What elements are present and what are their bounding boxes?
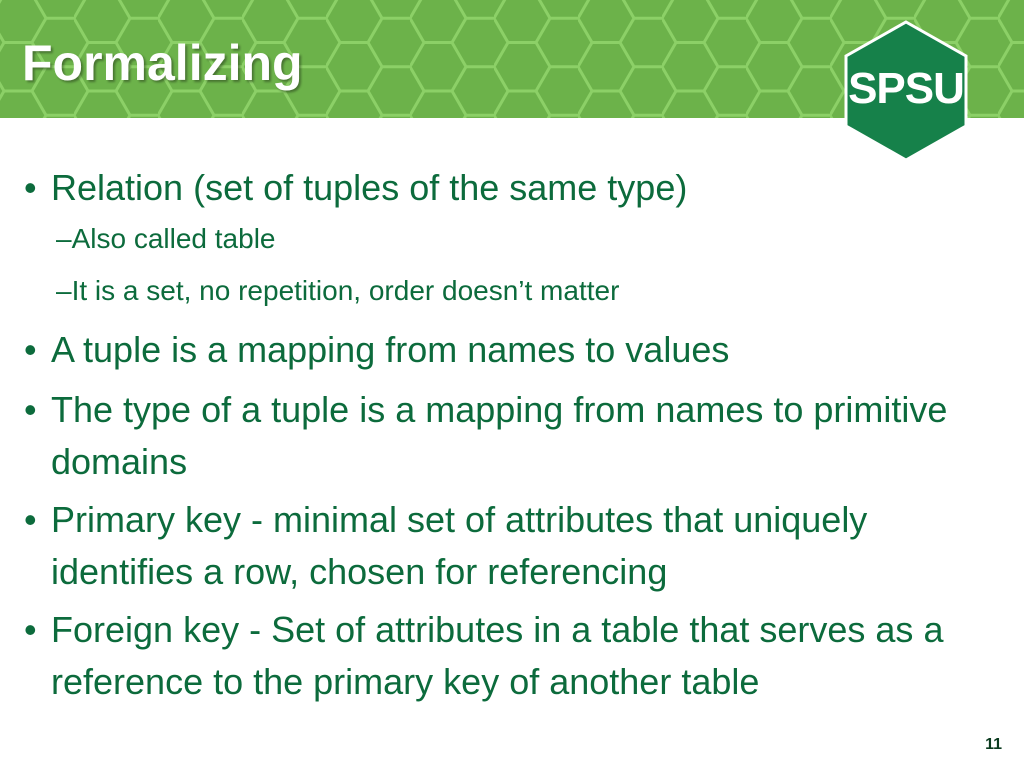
- bullet-marker: •: [24, 329, 37, 370]
- bullet-item: • Primary key - minimal set of attribute…: [24, 494, 994, 598]
- bullet-item: • The type of a tuple is a mapping from …: [24, 384, 994, 488]
- bullet-text: A tuple is a mapping from names to value…: [51, 329, 730, 370]
- bullet-marker: •: [24, 389, 37, 430]
- spsu-logo-text: SPSU: [848, 64, 965, 113]
- sub-bullet-marker: –: [56, 275, 72, 306]
- sub-bullet-item: –It is a set, no repetition, order doesn…: [56, 271, 996, 311]
- bullet-item: • A tuple is a mapping from names to val…: [24, 324, 994, 376]
- page-number: 11: [985, 736, 1002, 753]
- sub-bullet-text: It is a set, no repetition, order doesn’…: [71, 275, 620, 306]
- sub-bullet-item: –Also called table: [56, 219, 996, 259]
- bullet-text: Relation (set of tuples of the same type…: [51, 167, 688, 208]
- bullet-text: The type of a tuple is a mapping from na…: [51, 389, 948, 482]
- sub-bullet-text: Also called table: [71, 223, 276, 254]
- bullet-text: Primary key - minimal set of attributes …: [51, 499, 868, 592]
- bullet-marker: •: [24, 609, 37, 650]
- bullet-marker: •: [24, 167, 37, 208]
- bullet-item: • Relation (set of tuples of the same ty…: [24, 162, 994, 214]
- slide-body: • Relation (set of tuples of the same ty…: [0, 118, 1024, 768]
- sub-bullet-marker: –: [56, 223, 72, 254]
- bullet-text: Foreign key - Set of attributes in a tab…: [51, 609, 944, 702]
- slide-title: Formalizing: [22, 35, 303, 91]
- bullet-marker: •: [24, 499, 37, 540]
- bullet-item: • Foreign key - Set of attributes in a t…: [24, 604, 994, 708]
